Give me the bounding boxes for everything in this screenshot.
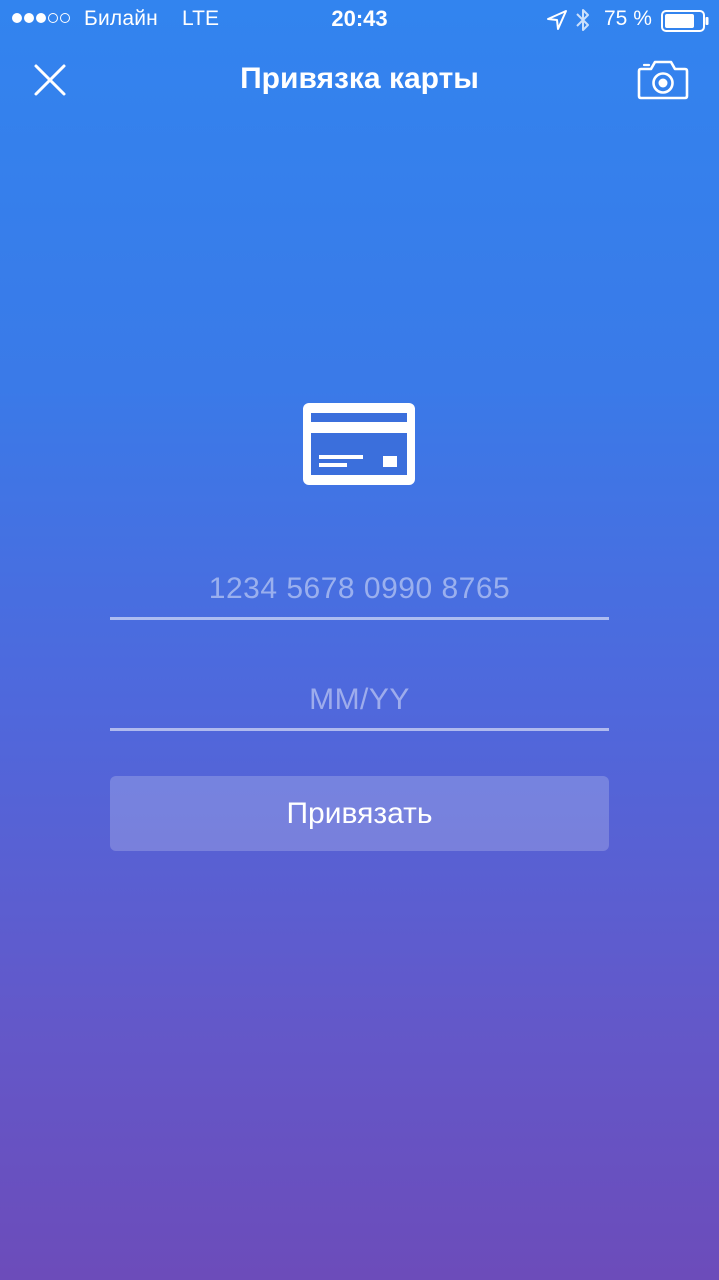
close-icon [34,64,66,96]
expiry-field-wrapper [110,671,609,731]
expiry-date-input[interactable] [110,671,609,728]
camera-icon [637,60,689,100]
battery-percent: 75 % [604,7,652,30]
page-title: Привязка карты [240,62,479,95]
card-number-field-wrapper [110,560,609,620]
close-button[interactable] [28,58,72,102]
card-number-input[interactable] [110,560,609,617]
battery-icon [661,10,709,37]
bluetooth-icon [575,7,591,38]
location-arrow-icon [546,9,568,36]
credit-card-icon [303,403,415,485]
scan-card-button[interactable] [636,57,690,103]
bind-card-button[interactable]: Привязать [110,776,609,851]
status-bar: Билайн LTE 20:43 75 % [0,0,719,40]
